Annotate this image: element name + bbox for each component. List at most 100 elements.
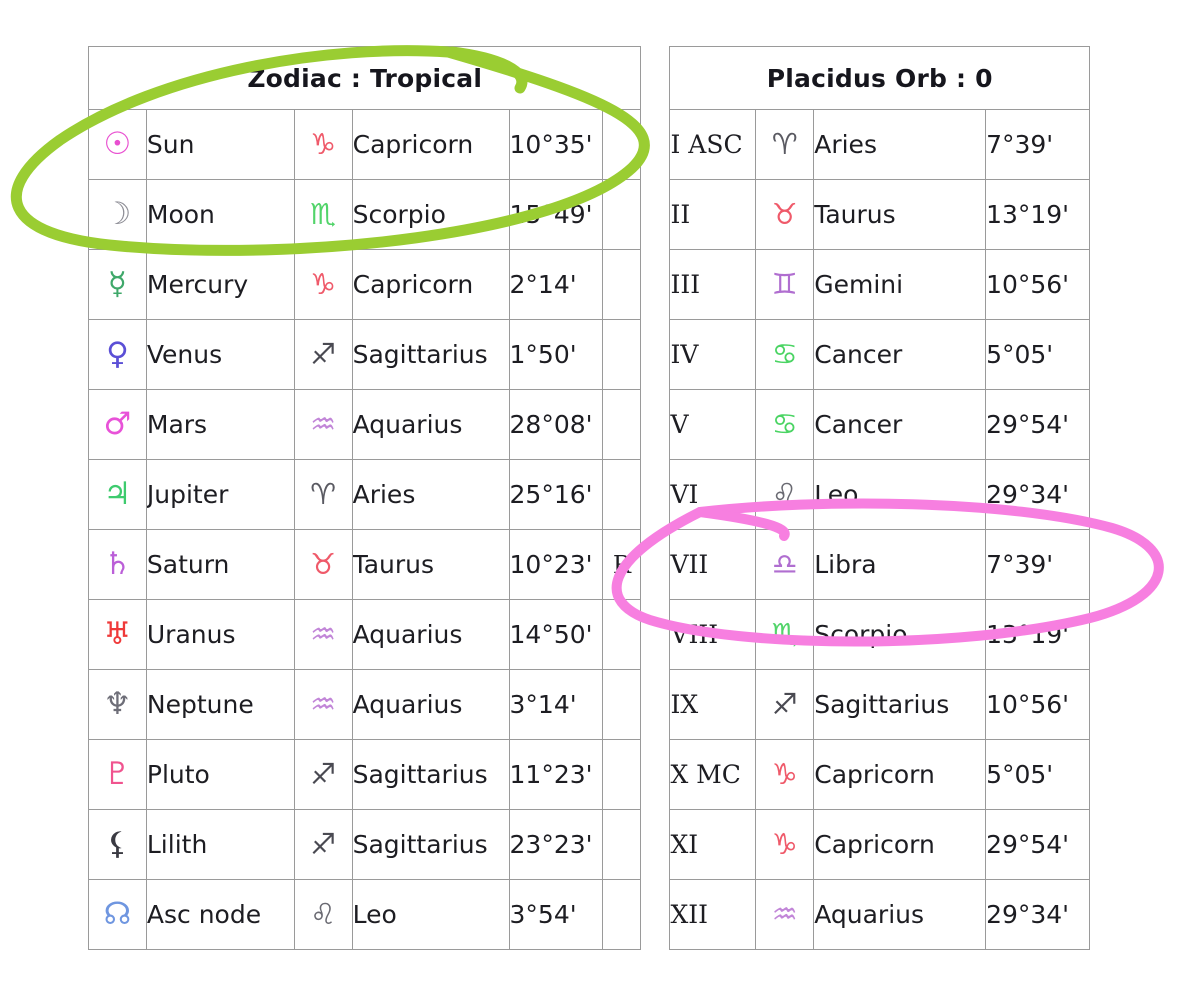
aries-symbol: ♈ [293, 459, 353, 530]
house-number: I ASC [669, 109, 757, 180]
planet-degree: 15°49' [508, 179, 604, 250]
sagittarius-symbol: ♐ [293, 319, 353, 390]
planet-table-header-row: Zodiac : Tropical [87, 46, 642, 110]
planet-name: Jupiter [145, 459, 295, 530]
screenshot-root: Zodiac : Tropical ☉ Sun ♑ Capricorn 10°35' ☽ M… [0, 0, 1200, 988]
house-row: V ♋ Cancer 29°54' [669, 389, 1090, 460]
astrology-tables: Zodiac : Tropical ☉ Sun ♑ Capricorn 10°35' ☽ M… [87, 46, 1090, 950]
planet-row: ♇ Pluto ♐ Sagittarius 11°23' [88, 739, 642, 810]
planet-name: Uranus [145, 599, 295, 670]
house-degree: 7°39' [985, 109, 1090, 180]
ascending-node-symbol: ☊ [88, 879, 147, 950]
capricorn-symbol: ♑ [755, 739, 815, 810]
retrograde-marker [602, 249, 642, 320]
house-degree: 29°54' [985, 809, 1090, 880]
retrograde-marker [602, 669, 642, 740]
uranus-symbol: ♅ [88, 599, 147, 670]
house-row: I ASC ♈ Aries 7°39' [669, 109, 1090, 180]
planet-row: ⚸ Lilith ♐ Sagittarius 23°23' [88, 809, 642, 880]
sagittarius-symbol: ♐ [755, 669, 815, 740]
planet-degree: 1°50' [508, 319, 604, 390]
house-degree: 10°56' [985, 249, 1090, 320]
house-table-body: I ASC ♈ Aries 7°39' II ♉ Taurus 13°19' III ♊ Gemin… [669, 109, 1090, 950]
house-row: VII ♎ Libra 7°39' [669, 529, 1090, 600]
neptune-symbol: ♆ [88, 669, 147, 740]
aquarius-symbol: ♒ [293, 389, 353, 460]
moon-symbol: ☽ [88, 179, 147, 250]
planet-sign: Taurus [351, 529, 510, 600]
planet-name: Saturn [145, 529, 295, 600]
planet-degree: 3°54' [508, 879, 604, 950]
planet-name: Moon [145, 179, 295, 250]
retrograde-marker [602, 739, 642, 810]
planet-degree: 11°23' [508, 739, 604, 810]
lilith-symbol: ⚸ [88, 809, 147, 880]
planet-row: ♂ Mars ♒ Aquarius 28°08' [88, 389, 642, 460]
planet-name: Mars [145, 389, 295, 460]
planet-degree: 28°08' [508, 389, 604, 460]
planet-row: ☽ Moon ♏ Scorpio 15°49' [88, 179, 642, 250]
house-sign: Sagittarius [813, 669, 987, 740]
planet-row: ♀ Venus ♐ Sagittarius 1°50' [88, 319, 642, 390]
planet-row: ♃ Jupiter ♈ Aries 25°16' [88, 459, 642, 530]
planet-name: Neptune [145, 669, 295, 740]
house-sign: Gemini [813, 249, 987, 320]
leo-symbol: ♌ [293, 879, 353, 950]
planet-name: Pluto [145, 739, 295, 810]
house-sign: Libra [813, 529, 987, 600]
house-table-header-row: Placidus Orb : 0 [669, 46, 1090, 110]
planet-name: Lilith [145, 809, 295, 880]
sagittarius-symbol: ♐ [293, 739, 353, 810]
capricorn-symbol: ♑ [755, 809, 815, 880]
retrograde-marker [602, 809, 642, 880]
planet-sign: Aries [351, 459, 510, 530]
planet-degree: 25°16' [508, 459, 604, 530]
planet-sign: Capricorn [351, 109, 510, 180]
house-number: VI [669, 459, 757, 530]
planet-name: Sun [145, 109, 295, 180]
planet-sign: Capricorn [351, 249, 510, 320]
planet-sign: Aquarius [351, 669, 510, 740]
scorpio-symbol: ♏ [293, 179, 353, 250]
house-number: V [669, 389, 757, 460]
planet-degree: 14°50' [508, 599, 604, 670]
planet-table-body: ☉ Sun ♑ Capricorn 10°35' ☽ Moon ♏ Scorpio 15°49' ☿… [88, 109, 642, 950]
gemini-symbol: ♊ [755, 249, 815, 320]
venus-symbol: ♀ [88, 319, 147, 390]
house-number: IV [669, 319, 757, 390]
house-row: II ♉ Taurus 13°19' [669, 179, 1090, 250]
house-number: X MC [669, 739, 757, 810]
planet-degree: 10°23' [508, 529, 604, 600]
house-degree: 29°54' [985, 389, 1090, 460]
table-gap-spacer [641, 46, 669, 47]
aquarius-symbol: ♒ [293, 669, 353, 740]
planet-sign: Sagittarius [351, 739, 510, 810]
taurus-symbol: ♉ [293, 529, 353, 600]
cancer-symbol: ♋ [755, 319, 815, 390]
planet-row: ☊ Asc node ♌ Leo 3°54' [88, 879, 642, 950]
capricorn-symbol: ♑ [293, 109, 353, 180]
aquarius-symbol: ♒ [755, 879, 815, 950]
house-number: III [669, 249, 757, 320]
aries-symbol: ♈ [755, 109, 815, 180]
house-sign: Scorpio [813, 599, 987, 670]
planet-row: ♆ Neptune ♒ Aquarius 3°14' [88, 669, 642, 740]
house-sign: Leo [813, 459, 987, 530]
planet-name: Asc node [145, 879, 295, 950]
mars-symbol: ♂ [88, 389, 147, 460]
house-row: XI ♑ Capricorn 29°54' [669, 809, 1090, 880]
house-sign: Taurus [813, 179, 987, 250]
house-row: VI ♌ Leo 29°34' [669, 459, 1090, 530]
planet-row: ♅ Uranus ♒ Aquarius 14°50' [88, 599, 642, 670]
scorpio-symbol: ♏ [755, 599, 815, 670]
cancer-symbol: ♋ [755, 389, 815, 460]
mercury-symbol: ☿ [88, 249, 147, 320]
house-row: IV ♋ Cancer 5°05' [669, 319, 1090, 390]
planet-degree: 23°23' [508, 809, 604, 880]
house-degree: 13°19' [985, 599, 1090, 670]
house-row: VIII ♏ Scorpio 13°19' [669, 599, 1090, 670]
taurus-symbol: ♉ [755, 179, 815, 250]
house-degree: 13°19' [985, 179, 1090, 250]
planet-row: ☿ Mercury ♑ Capricorn 2°14' [88, 249, 642, 320]
planet-sign: Aquarius [351, 599, 510, 670]
